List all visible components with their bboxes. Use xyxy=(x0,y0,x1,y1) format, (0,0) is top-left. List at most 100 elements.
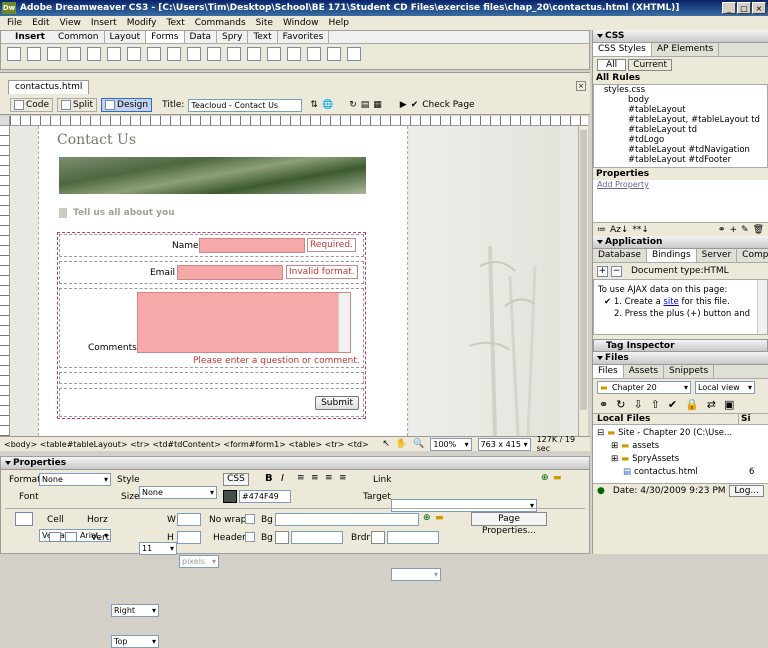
insert-tab-common[interactable]: Common xyxy=(53,31,105,43)
page-properties-button[interactable]: Page Properties... xyxy=(471,512,547,536)
assets-folder-row[interactable]: ⊞ ▬ assets xyxy=(611,441,659,451)
close-document-icon[interactable]: × xyxy=(576,81,586,91)
check-page-icon[interactable]: ✔ xyxy=(411,100,419,110)
justify-icon[interactable]: ≡ xyxy=(339,473,347,483)
view-select[interactable]: Local view xyxy=(695,381,755,394)
content-cell[interactable]: Contact Us Tell us all about you Name Re… xyxy=(38,126,408,436)
expand-assets-icon[interactable]: ⊞ xyxy=(611,441,618,451)
preview-browser-icon[interactable]: 🌐 xyxy=(322,100,333,110)
css-panel-header[interactable]: CSS xyxy=(593,30,768,43)
bg-point-icon[interactable]: ⊕ xyxy=(423,513,431,523)
file-management-icon[interactable]: ⇅ xyxy=(310,100,318,110)
refresh-icon[interactable]: ↻ xyxy=(349,100,357,110)
css-styles-tab[interactable]: CSS Styles xyxy=(593,43,652,56)
bindings-scrollbar[interactable] xyxy=(757,280,767,334)
spry-validation-select-icon[interactable] xyxy=(307,47,321,61)
design-view-button[interactable]: Design xyxy=(101,98,153,112)
comments-textarea[interactable] xyxy=(137,292,351,353)
form-icon[interactable] xyxy=(7,47,21,61)
align-right-icon[interactable]: ≡ xyxy=(325,473,333,483)
align-center-icon[interactable]: ≡ xyxy=(311,473,319,483)
collapse-icon[interactable]: ⊟ xyxy=(597,428,604,438)
delete-rule-icon[interactable]: 🗑 xyxy=(753,225,768,235)
properties-header[interactable]: Properties xyxy=(1,457,589,470)
view-options-icon[interactable]: ▤ xyxy=(361,100,370,110)
size-select[interactable]: 11 xyxy=(139,542,177,555)
menu-text[interactable]: Text xyxy=(162,16,190,30)
border-color-swatch[interactable] xyxy=(371,531,385,544)
css-rule-item[interactable]: #tableLayout #tdFooter xyxy=(598,155,767,165)
new-rule-icon[interactable]: + xyxy=(729,225,737,235)
application-panel-header[interactable]: Application xyxy=(593,236,768,249)
menu-view[interactable]: View xyxy=(55,16,86,30)
document-tab[interactable]: contactus.html xyxy=(8,80,90,94)
plus-icon[interactable]: + xyxy=(597,265,608,277)
menu-site[interactable]: Site xyxy=(251,16,278,30)
expand-spry-icon[interactable]: ⊞ xyxy=(611,454,618,464)
insert-tab-text[interactable]: Text xyxy=(248,31,278,43)
add-property-link[interactable]: Add Property xyxy=(593,180,768,222)
bg-color-field[interactable] xyxy=(291,531,343,544)
hand-tool-icon[interactable]: ✋ xyxy=(396,439,407,449)
minus-icon[interactable]: − xyxy=(611,265,622,277)
site-root-row[interactable]: ⊟ ▬ Site - Chapter 20 (C:\Use... xyxy=(597,428,732,438)
point-to-file-icon[interactable]: ⊕ xyxy=(541,473,549,483)
files-tab-files[interactable]: Files xyxy=(593,365,624,378)
spry-validation-textarea-icon[interactable] xyxy=(347,47,361,61)
tag-inspector-header[interactable]: Tag Inspector xyxy=(593,339,768,352)
text-field-icon[interactable] xyxy=(27,47,41,61)
close-button[interactable]: × xyxy=(752,2,766,14)
files-panel-header[interactable]: Files xyxy=(593,352,768,365)
refresh-files-icon[interactable]: ↻ xyxy=(616,398,625,412)
css-rule-item[interactable]: #tableLayout td xyxy=(598,125,767,135)
local-files-column[interactable]: Local Files xyxy=(593,414,739,424)
scrollbar-thumb[interactable] xyxy=(580,130,587,410)
attach-stylesheet-icon[interactable]: ⚭ xyxy=(718,225,726,235)
menu-file[interactable]: File xyxy=(2,16,27,30)
page-title-field[interactable]: Teacloud - Contact Us xyxy=(188,98,303,112)
put-files-icon[interactable]: ⇧ xyxy=(651,398,660,412)
insert-bar-title[interactable]: Insert xyxy=(1,31,53,43)
get-files-icon[interactable]: ⇩ xyxy=(633,398,642,412)
zoom-tool-icon[interactable]: 🔍 xyxy=(413,439,424,449)
size-column[interactable]: Si xyxy=(739,414,751,424)
log-button[interactable]: Log... xyxy=(729,484,764,497)
check-out-icon[interactable]: ✔ xyxy=(668,398,677,412)
header-checkbox[interactable] xyxy=(245,532,255,542)
list-menu-icon[interactable] xyxy=(147,47,161,61)
files-tab-assets[interactable]: Assets xyxy=(624,365,665,378)
files-tab-snippets[interactable]: Snippets xyxy=(664,365,715,378)
target-select[interactable] xyxy=(391,568,441,581)
label-icon[interactable] xyxy=(247,47,261,61)
check-page-button[interactable]: Check Page xyxy=(422,100,474,110)
insert-tab-data[interactable]: Data xyxy=(185,31,217,43)
sync-icon[interactable]: ⇄ xyxy=(707,398,716,412)
radio-button-icon[interactable] xyxy=(107,47,121,61)
css-rule-item[interactable]: #tableLayout, #tableLayout td xyxy=(598,115,767,125)
menu-help[interactable]: Help xyxy=(323,16,354,30)
bg-image-field[interactable] xyxy=(275,513,419,526)
file-field-icon[interactable] xyxy=(207,47,221,61)
bold-icon[interactable]: B xyxy=(265,473,273,484)
site-select[interactable]: ▬ Chapter 20 xyxy=(597,381,691,394)
checkbox-icon[interactable] xyxy=(87,47,101,61)
radio-group-icon[interactable] xyxy=(127,47,141,61)
menu-window[interactable]: Window xyxy=(278,16,324,30)
css-button[interactable]: CSS xyxy=(223,473,249,486)
select-tool-icon[interactable]: ↖ xyxy=(382,439,390,449)
contactus-file-row[interactable]: ▤ contactus.html xyxy=(623,467,698,477)
fieldset-icon[interactable] xyxy=(267,47,281,61)
window-size-select[interactable]: 763 x 415 xyxy=(477,437,531,451)
check-in-icon[interactable]: 🔒 xyxy=(685,398,699,412)
link-field[interactable] xyxy=(391,499,537,512)
insert-tab-layout[interactable]: Layout xyxy=(105,31,147,43)
border-color-field[interactable] xyxy=(387,531,439,544)
ap-elements-tab[interactable]: AP Elements xyxy=(652,43,720,56)
hidden-field-icon[interactable] xyxy=(47,47,61,61)
css-rule-item[interactable]: #tableLayout xyxy=(598,105,767,115)
code-view-button[interactable]: Code xyxy=(10,98,54,112)
current-button[interactable]: Current xyxy=(628,59,672,71)
textarea-scrollbar[interactable] xyxy=(338,293,350,352)
edit-rule-icon[interactable]: ✎ xyxy=(741,225,749,235)
app-tab-bindings[interactable]: Bindings xyxy=(646,249,697,262)
